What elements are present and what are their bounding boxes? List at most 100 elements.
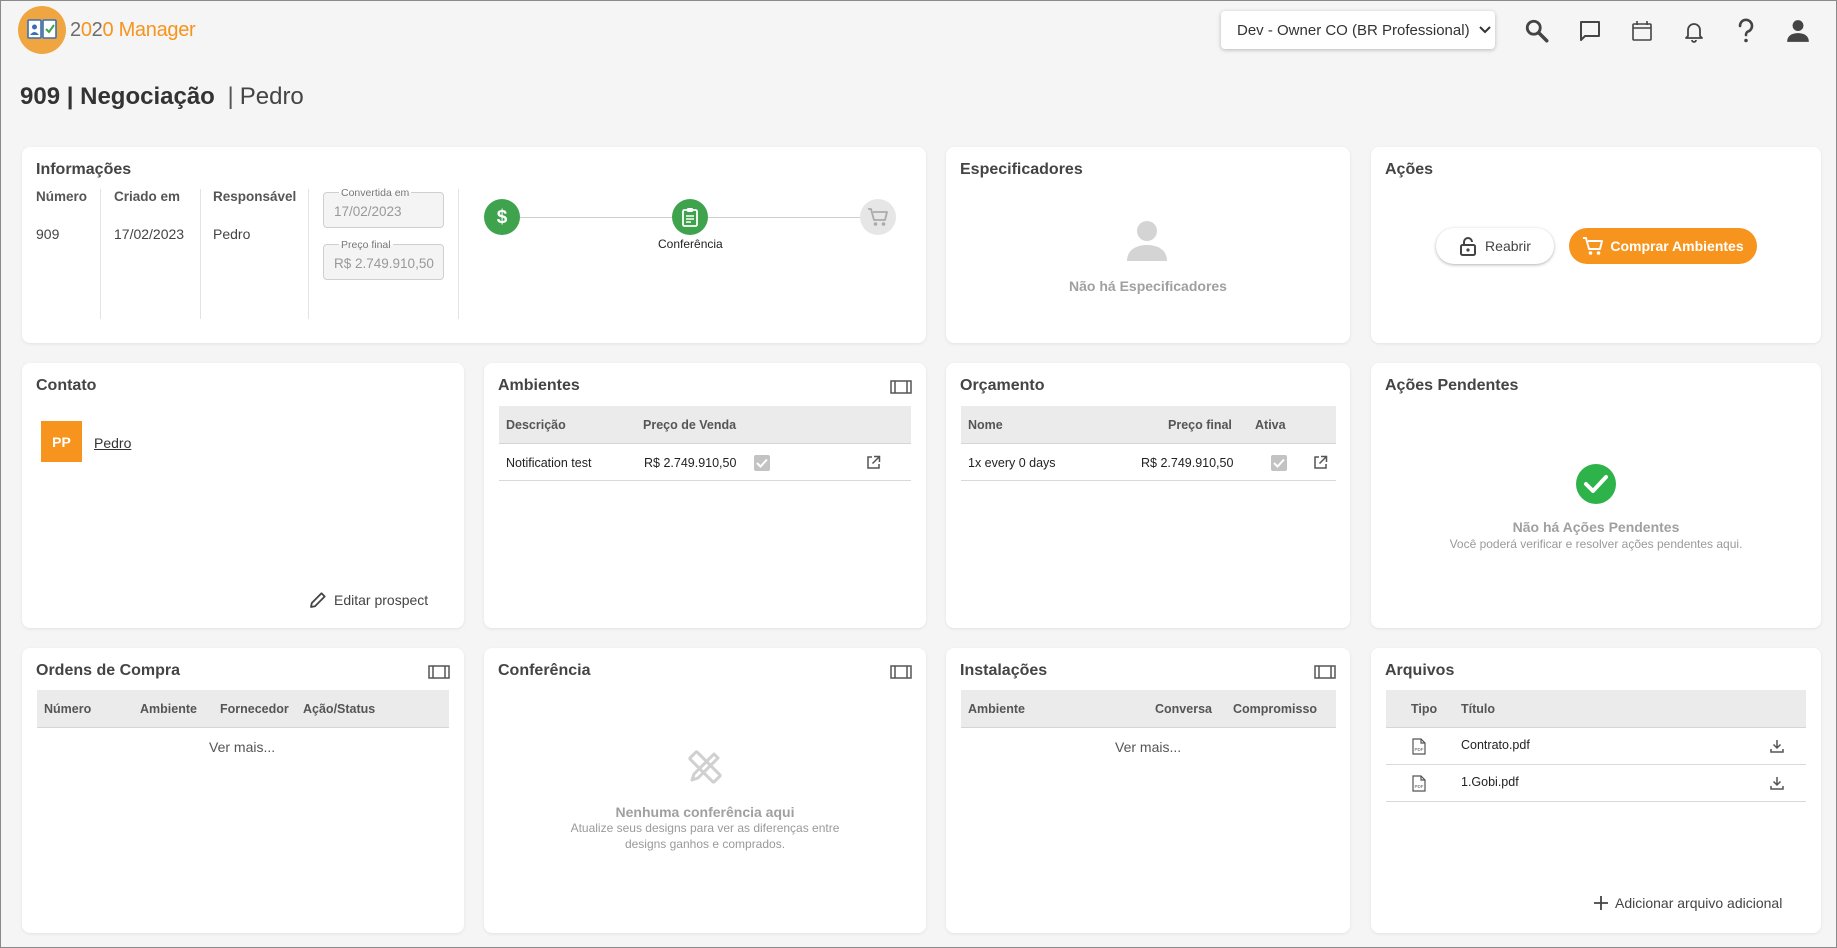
convertida-value: 17/02/2023 (334, 204, 402, 219)
informacoes-title: Informações (36, 161, 132, 178)
expand-panel-icon[interactable] (890, 380, 912, 394)
criado-value: 17/02/2023 (114, 226, 185, 242)
reabrir-button[interactable]: Reabrir (1436, 228, 1554, 264)
ordens-compra-card: Ordens de Compra Número Ambiente Fornece… (22, 648, 464, 933)
table-row[interactable]: Notification test R$ 2.749.910,50 (499, 444, 911, 481)
comprar-ambientes-button[interactable]: Comprar Ambientes (1569, 228, 1757, 264)
preco-final-value: R$ 2.749.910,50 (334, 256, 434, 271)
acoes-title: Ações (1385, 161, 1434, 178)
acoes-pendentes-card: Ações Pendentes Não há Ações Pendentes V… (1371, 363, 1821, 628)
instalacoes-card: Instalações Ambiente Conversa Compromiss… (946, 648, 1350, 933)
chat-icon[interactable] (1577, 18, 1603, 44)
arquivos-title: Arquivos (1385, 662, 1455, 679)
table-header: Ambiente Conversa Compromisso (961, 690, 1336, 728)
step-negociacao-dollar-icon: $ (484, 199, 520, 235)
organization-selector[interactable]: Dev - Owner CO (BR Professional) (1221, 11, 1495, 49)
ambientes-card: Ambientes Descrição Preço de Venda Notif… (484, 363, 926, 628)
adicionar-arquivo-label: Adicionar arquivo adicional (1615, 895, 1783, 911)
step-conferencia-clipboard-icon (672, 199, 708, 235)
title-separator-1: | (66, 83, 74, 110)
ver-mais-link[interactable]: Ver mais... (209, 739, 275, 755)
acoes-pendentes-title: Ações Pendentes (1385, 377, 1519, 394)
calendar-icon[interactable] (1629, 18, 1655, 44)
help-icon[interactable] (1733, 18, 1759, 44)
editar-prospect-label: Editar prospect (334, 592, 429, 608)
adicionar-arquivo-button[interactable]: Adicionar arquivo adicional (1593, 895, 1782, 911)
col-ativa: Ativa (1255, 418, 1286, 432)
contact-name-link[interactable]: Pedro (94, 435, 131, 451)
especificadores-title: Especificadores (960, 161, 1083, 178)
check-circle-icon (1575, 463, 1617, 505)
convertida-label: Convertida em (339, 187, 412, 199)
orcamento-card: Orçamento Nome Preço final Ativa 1x ever… (946, 363, 1350, 628)
acoes-pendentes-empty: Não há Ações Pendentes (1512, 519, 1680, 535)
step-compra-cart-icon (860, 199, 896, 235)
expand-panel-icon[interactable] (1314, 665, 1336, 679)
search-icon[interactable] (1524, 18, 1550, 44)
acoes-card: Ações Reabrir Comprar Ambientes (1371, 147, 1821, 343)
open-external-icon[interactable] (1313, 455, 1328, 470)
app-name: 2020 Manager (70, 18, 196, 41)
contato-card: Contato PP Pedro Editar prospect (22, 363, 464, 628)
person-icon (1126, 219, 1168, 263)
orcamento-nome: 1x every 0 days (968, 456, 1056, 470)
col-nome: Nome (968, 418, 1003, 432)
expand-panel-icon[interactable] (428, 665, 450, 679)
avatar: PP (41, 421, 82, 462)
conferencia-empty-sub-1: Atualize seus designs para ver as difere… (570, 821, 840, 835)
download-icon[interactable] (1770, 776, 1784, 790)
chevron-down-icon (1478, 25, 1492, 35)
checkbox-checked-icon[interactable] (1271, 455, 1287, 471)
numero-field: Número 909 (36, 189, 87, 319)
ambiente-preco: R$ 2.749.910,50 (644, 456, 737, 470)
download-icon[interactable] (1770, 739, 1784, 753)
instalacoes-title: Instalações (960, 662, 1048, 679)
especificadores-card: Especificadores Não há Especificadores (946, 147, 1350, 343)
comprar-ambientes-label: Comprar Ambientes (1610, 238, 1744, 254)
responsavel-label: Responsável (213, 189, 297, 204)
col-ambiente: Ambiente (140, 702, 197, 716)
pdf-file-icon: PDF (1412, 775, 1426, 792)
editar-prospect-button[interactable]: Editar prospect (308, 590, 428, 610)
col-ambiente: Ambiente (968, 702, 1025, 716)
file-title[interactable]: 1.Gobi.pdf (1461, 775, 1519, 789)
conferencia-empty: Nenhuma conferência aqui (615, 804, 795, 820)
open-external-icon[interactable] (866, 455, 881, 470)
col-titulo: Título (1461, 702, 1496, 716)
ambientes-title: Ambientes (498, 377, 580, 394)
client-name: Pedro (239, 83, 304, 110)
col-conversa: Conversa (1155, 702, 1212, 716)
preco-final-label: Preço final (339, 239, 393, 251)
app-logo[interactable]: 2020 Manager (18, 6, 196, 54)
ordens-compra-title: Ordens de Compra (36, 662, 181, 679)
convertida-field: Convertida em 17/02/2023 (323, 187, 444, 228)
col-preco-venda: Preço de Venda (643, 418, 737, 432)
bell-icon[interactable] (1681, 18, 1707, 44)
step-conferencia-label: Conferência (658, 237, 723, 251)
arquivos-card: Arquivos Tipo Título PDF Contrato.pdf PD… (1371, 648, 1821, 933)
cart-icon (1582, 236, 1604, 256)
pdf-file-icon: PDF (1412, 738, 1426, 755)
responsavel-field: Responsável Pedro (213, 189, 296, 319)
top-bar: 2020 Manager Dev - Owner CO (BR Professi… (1, 1, 1836, 59)
col-numero: Número (44, 702, 92, 716)
expand-panel-icon[interactable] (890, 665, 912, 679)
file-title[interactable]: Contrato.pdf (1461, 738, 1530, 752)
pencil-icon (308, 590, 328, 610)
informacoes-card: Informações Número 909 Criado em 17/02/2… (22, 147, 926, 343)
numero-value: 909 (36, 226, 60, 242)
contato-title: Contato (36, 377, 97, 394)
table-row[interactable]: PDF Contrato.pdf (1386, 728, 1806, 765)
ver-mais-link[interactable]: Ver mais... (1115, 739, 1181, 755)
divider (458, 189, 459, 319)
table-row[interactable]: 1x every 0 days R$ 2.749.910,50 (961, 444, 1336, 481)
table-row[interactable]: PDF 1.Gobi.pdf (1386, 765, 1806, 802)
checkbox-checked-icon[interactable] (754, 455, 770, 471)
responsavel-value: Pedro (213, 226, 251, 242)
orcamento-title: Orçamento (960, 377, 1045, 394)
deal-stage: Negociação (80, 83, 215, 110)
title-separator-2: | (227, 83, 234, 110)
acoes-pendentes-empty-sub: Você poderá verificar e resolver ações p… (1449, 537, 1743, 551)
account-icon[interactable] (1785, 18, 1811, 44)
table-header: Tipo Título (1386, 690, 1806, 728)
